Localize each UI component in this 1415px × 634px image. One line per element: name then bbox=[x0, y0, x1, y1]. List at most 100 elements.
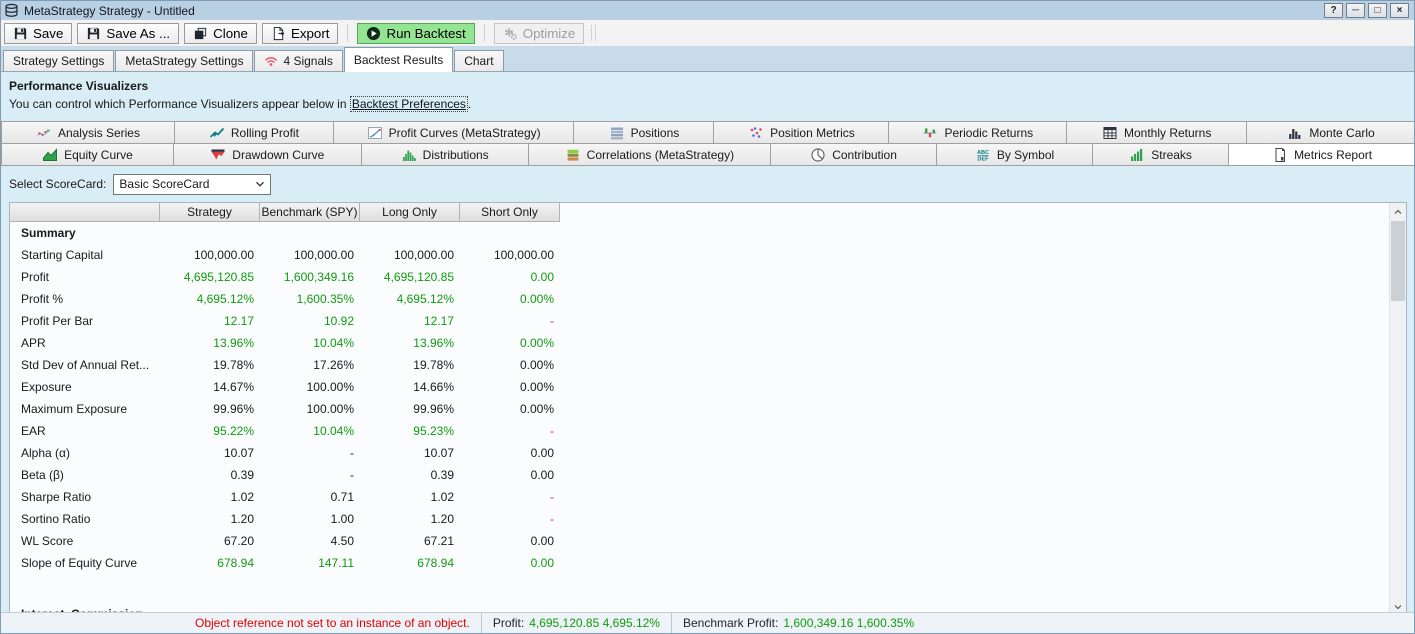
visualizer-tab-streaks[interactable]: Streaks bbox=[1092, 143, 1229, 166]
metric-value-cell: 147.11 bbox=[260, 556, 360, 570]
table-row: Profit4,695,120.851,600,349.164,695,120.… bbox=[10, 266, 1389, 288]
metric-value-cell: 1.02 bbox=[160, 490, 260, 504]
visualizer-tab-label: Position Metrics bbox=[770, 126, 855, 140]
tab-strategy-settings[interactable]: Strategy Settings bbox=[3, 50, 114, 71]
save-button[interactable]: Save bbox=[4, 23, 72, 44]
visualizer-tab-drawdown-curve[interactable]: Drawdown Curve bbox=[173, 143, 362, 166]
backtest-preferences-link[interactable]: Backtest Preferences bbox=[350, 96, 468, 112]
table-row: Sharpe Ratio1.020.711.02- bbox=[10, 486, 1389, 508]
metric-label: APR bbox=[10, 336, 160, 350]
profit-curves-icon bbox=[367, 125, 383, 141]
distributions-icon bbox=[401, 147, 417, 163]
tab-label: Backtest Results bbox=[354, 53, 443, 67]
run-backtest-button[interactable]: Run Backtest bbox=[357, 23, 474, 44]
visualizer-tab-position-metrics[interactable]: Position Metrics bbox=[713, 121, 889, 144]
scorecard-select[interactable]: Basic ScoreCard bbox=[113, 174, 271, 195]
metric-label: Maximum Exposure bbox=[10, 402, 160, 416]
tab-backtest-results[interactable]: Backtest Results bbox=[344, 47, 453, 72]
maximize-button[interactable]: □ bbox=[1368, 3, 1387, 18]
visualizer-tab-analysis-series[interactable]: Analysis Series bbox=[1, 121, 175, 144]
profit-value: 4,695,120.85 4,695.12% bbox=[529, 616, 660, 630]
periodic-returns-icon bbox=[922, 125, 938, 141]
visualizer-tab-monthly-returns[interactable]: Monthly Returns bbox=[1066, 121, 1247, 144]
metrics-table: StrategyBenchmark (SPY)Long OnlyShort On… bbox=[10, 203, 1389, 615]
visualizer-tab-by-symbol[interactable]: ABCDEFBy Symbol bbox=[936, 143, 1093, 166]
metrics-report-icon bbox=[1272, 147, 1288, 163]
visualizer-tab-rolling-profit[interactable]: Rolling Profit bbox=[174, 121, 334, 144]
metric-value-cell: 1.02 bbox=[360, 490, 460, 504]
metric-value-cell: 100,000.00 bbox=[260, 248, 360, 262]
table-row: EAR95.22%10.04%95.23%- bbox=[10, 420, 1389, 442]
column-header-benchmark-spy: Benchmark (SPY) bbox=[260, 203, 360, 222]
table-row: Std Dev of Annual Ret...19.78%17.26%19.7… bbox=[10, 354, 1389, 376]
metric-value-cell: 0.00% bbox=[460, 358, 560, 372]
metric-value-cell: 0.71 bbox=[260, 490, 360, 504]
save-as-button[interactable]: Save As ... bbox=[77, 23, 179, 44]
table-row: Summary bbox=[10, 222, 1389, 244]
visualizer-tab-label: Rolling Profit bbox=[231, 126, 299, 140]
app-window: MetaStrategy Strategy - Untitled ?─□× Sa… bbox=[0, 0, 1415, 634]
by-symbol-icon: ABCDEF bbox=[975, 147, 991, 163]
visualizer-tab-profit-curves-metastrategy[interactable]: Profit Curves (MetaStrategy) bbox=[333, 121, 574, 144]
chevron-down-icon bbox=[253, 177, 267, 191]
metric-value-cell: 100.00% bbox=[260, 380, 360, 394]
visualizer-tab-label: Monte Carlo bbox=[1309, 126, 1374, 140]
metric-value-cell: 17.26% bbox=[260, 358, 360, 372]
visualizer-tab-distributions[interactable]: Distributions bbox=[361, 143, 529, 166]
tab-chart[interactable]: Chart bbox=[454, 50, 503, 71]
visualizer-tab-equity-curve[interactable]: Equity Curve bbox=[1, 143, 174, 166]
scrollbar-thumb[interactable] bbox=[1391, 221, 1405, 301]
visualizer-tab-contribution[interactable]: Contribution bbox=[770, 143, 937, 166]
metric-value-cell: 0.00% bbox=[460, 336, 560, 350]
visualizer-tab-label: Positions bbox=[631, 126, 680, 140]
description-prefix: You can control which Performance Visual… bbox=[9, 97, 350, 111]
status-bar: Object reference not set to an instance … bbox=[1, 612, 1414, 633]
rolling-profit-icon bbox=[209, 125, 225, 141]
optimize-icon bbox=[503, 26, 518, 41]
metric-value-cell: 14.67% bbox=[160, 380, 260, 394]
export-button[interactable]: Export bbox=[262, 23, 339, 44]
clone-button[interactable]: Clone bbox=[184, 23, 257, 44]
status-benchmark-segment: Benchmark Profit: 1,600,349.16 1,600.35% bbox=[671, 613, 925, 633]
metric-label: Beta (β) bbox=[10, 468, 160, 482]
metric-label: Profit bbox=[10, 270, 160, 284]
help-button[interactable]: ? bbox=[1324, 3, 1343, 18]
table-row: APR13.96%10.04%13.96%0.00% bbox=[10, 332, 1389, 354]
visualizer-tab-label: Periodic Returns bbox=[944, 126, 1033, 140]
visualizer-tab-correlations-metastrategy[interactable]: Correlations (MetaStrategy) bbox=[528, 143, 771, 166]
close-button[interactable]: × bbox=[1390, 3, 1409, 18]
toolbar: SaveSave As ...CloneExportRun BacktestOp… bbox=[1, 20, 1414, 46]
description-suffix: . bbox=[468, 97, 471, 111]
metric-value-cell: 0.00 bbox=[460, 446, 560, 460]
monthly-returns-icon bbox=[1102, 125, 1118, 141]
tab-metastrategy-settings[interactable]: MetaStrategy Settings bbox=[115, 50, 253, 71]
metric-value-cell: 13.96% bbox=[160, 336, 260, 350]
metric-label: WL Score bbox=[10, 534, 160, 548]
toolbar-separator bbox=[484, 24, 485, 42]
visualizer-tab-monte-carlo[interactable]: Monte Carlo bbox=[1246, 121, 1415, 144]
metric-value-cell: 1.20 bbox=[160, 512, 260, 526]
visualizer-tab-label: Correlations (MetaStrategy) bbox=[587, 148, 734, 162]
save-icon bbox=[86, 26, 101, 41]
performance-visualizers-header: Performance Visualizers You can control … bbox=[1, 72, 1414, 112]
metric-value-cell: 100,000.00 bbox=[160, 248, 260, 262]
metric-value-cell: 12.17 bbox=[360, 314, 460, 328]
visualizer-tab-periodic-returns[interactable]: Periodic Returns bbox=[888, 121, 1067, 144]
visualizer-tab-label: Analysis Series bbox=[58, 126, 140, 140]
column-header-empty bbox=[10, 203, 160, 222]
metric-value-cell: 10.04% bbox=[260, 336, 360, 350]
tab-4-signals[interactable]: 4 Signals bbox=[254, 50, 342, 71]
scroll-up-button[interactable] bbox=[1390, 203, 1406, 220]
metric-value-cell: 4,695,120.85 bbox=[360, 270, 460, 284]
metric-label: Starting Capital bbox=[10, 248, 160, 262]
save-icon bbox=[13, 26, 28, 41]
metric-value-cell: 4,695,120.85 bbox=[160, 270, 260, 284]
position-metrics-icon bbox=[748, 125, 764, 141]
visualizer-tab-metrics-report[interactable]: Metrics Report bbox=[1228, 143, 1415, 166]
main-tab-bar: Strategy SettingsMetaStrategy Settings4 … bbox=[1, 46, 1414, 72]
metric-label: Sharpe Ratio bbox=[10, 490, 160, 504]
vertical-scrollbar[interactable] bbox=[1389, 203, 1406, 615]
visualizer-tab-positions[interactable]: Positions bbox=[573, 121, 714, 144]
minimize-button[interactable]: ─ bbox=[1346, 3, 1365, 18]
metric-value-cell: 678.94 bbox=[160, 556, 260, 570]
